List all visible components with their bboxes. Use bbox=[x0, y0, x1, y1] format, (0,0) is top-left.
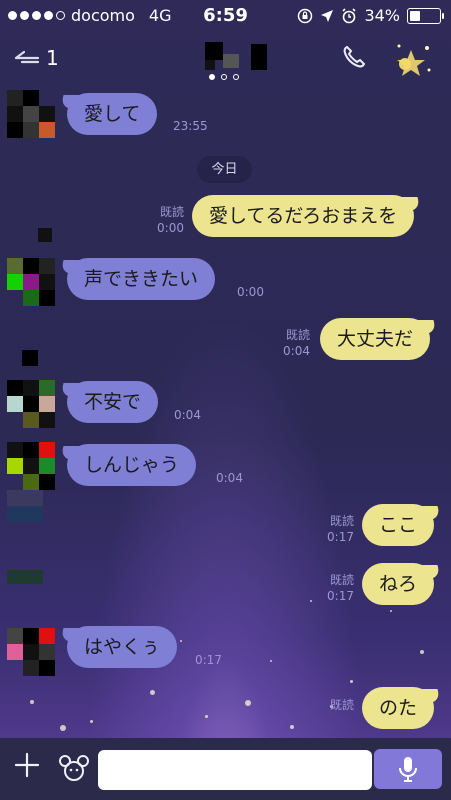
sparkle bbox=[60, 725, 66, 731]
message-time: 0:17 bbox=[327, 530, 354, 544]
outgoing-message[interactable]: 愛してるだろおまえを bbox=[192, 195, 415, 237]
back-arrow-icon bbox=[14, 50, 40, 64]
message-time: 0:04 bbox=[174, 408, 201, 422]
sparkle bbox=[420, 650, 424, 654]
date-separator: 今日 bbox=[197, 156, 252, 183]
redacted-pixel bbox=[7, 490, 43, 506]
contact-avatar[interactable] bbox=[389, 40, 435, 80]
incoming-message[interactable]: はやくぅ bbox=[67, 626, 178, 668]
chat-header: 1 bbox=[0, 32, 451, 87]
incoming-message[interactable]: 愛して bbox=[67, 93, 158, 135]
sender-avatar[interactable] bbox=[7, 380, 55, 428]
incoming-message[interactable]: しんじゃう bbox=[67, 444, 197, 486]
back-button[interactable]: 1 bbox=[14, 46, 59, 70]
redacted-pixel bbox=[7, 506, 43, 522]
sparkle bbox=[180, 640, 182, 642]
incoming-message[interactable]: 不安で bbox=[67, 381, 159, 423]
message-time: 0:00 bbox=[237, 285, 264, 299]
read-receipt: 既読 bbox=[329, 698, 354, 712]
status-bar: docomo 4G 6:59 34% bbox=[0, 0, 451, 32]
read-receipt: 既読 bbox=[329, 514, 354, 528]
sparkle bbox=[150, 690, 155, 695]
sparkle bbox=[310, 600, 312, 602]
redacted-pixel bbox=[22, 350, 38, 366]
page-dot[interactable] bbox=[233, 74, 239, 80]
rotation-lock-icon bbox=[298, 8, 313, 23]
battery-icon bbox=[407, 7, 444, 24]
outgoing-message[interactable]: 大丈夫だ bbox=[320, 318, 431, 360]
message-time: 0:04 bbox=[216, 471, 243, 485]
sparkle bbox=[205, 715, 208, 718]
page-indicator bbox=[209, 74, 239, 80]
sparkle bbox=[290, 725, 294, 729]
location-icon bbox=[321, 9, 334, 22]
unread-count: 1 bbox=[46, 46, 59, 70]
sender-avatar[interactable] bbox=[7, 442, 55, 490]
message-time: 0:04 bbox=[283, 344, 310, 358]
sender-avatar[interactable] bbox=[7, 90, 55, 138]
message-time: 0:17 bbox=[327, 589, 354, 603]
outgoing-message[interactable]: のた bbox=[362, 687, 435, 729]
sender-avatar[interactable] bbox=[7, 628, 55, 676]
outgoing-message[interactable]: ねろ bbox=[362, 563, 435, 605]
incoming-message[interactable]: 声でききたい bbox=[67, 258, 216, 300]
sparkle bbox=[390, 610, 392, 612]
microphone-icon bbox=[399, 757, 417, 782]
read-receipt: 既読 bbox=[285, 328, 310, 342]
message-time: 23:55 bbox=[173, 119, 208, 133]
message-input-bar bbox=[0, 738, 451, 800]
read-receipt: 既読 bbox=[159, 205, 184, 219]
voice-message-button[interactable] bbox=[374, 749, 442, 789]
battery-level bbox=[410, 10, 420, 21]
page-dot[interactable] bbox=[209, 74, 215, 80]
status-right: 34% bbox=[297, 6, 444, 25]
sparkle bbox=[245, 700, 251, 706]
sparkle bbox=[90, 720, 93, 723]
phone-icon[interactable] bbox=[341, 44, 367, 70]
message-input[interactable] bbox=[98, 750, 372, 790]
sender-avatar[interactable] bbox=[7, 258, 55, 306]
redacted-pixel bbox=[38, 228, 52, 242]
battery-percent: 34% bbox=[364, 6, 400, 25]
sparkle bbox=[30, 700, 34, 704]
sparkle bbox=[270, 660, 272, 662]
plus-icon[interactable] bbox=[14, 752, 40, 778]
chat-title-redacted[interactable] bbox=[205, 42, 267, 72]
message-time: 0:00 bbox=[157, 221, 184, 235]
read-receipt: 既読 bbox=[329, 573, 354, 587]
alarm-icon bbox=[342, 7, 357, 23]
sticker-icon[interactable] bbox=[58, 753, 90, 783]
message-time: 0:17 bbox=[195, 653, 222, 667]
fairy-avatar-image bbox=[397, 44, 431, 76]
page-dot[interactable] bbox=[221, 74, 227, 80]
sparkle bbox=[350, 680, 353, 683]
redacted-pixel bbox=[7, 570, 43, 584]
outgoing-message[interactable]: ここ bbox=[362, 504, 435, 546]
